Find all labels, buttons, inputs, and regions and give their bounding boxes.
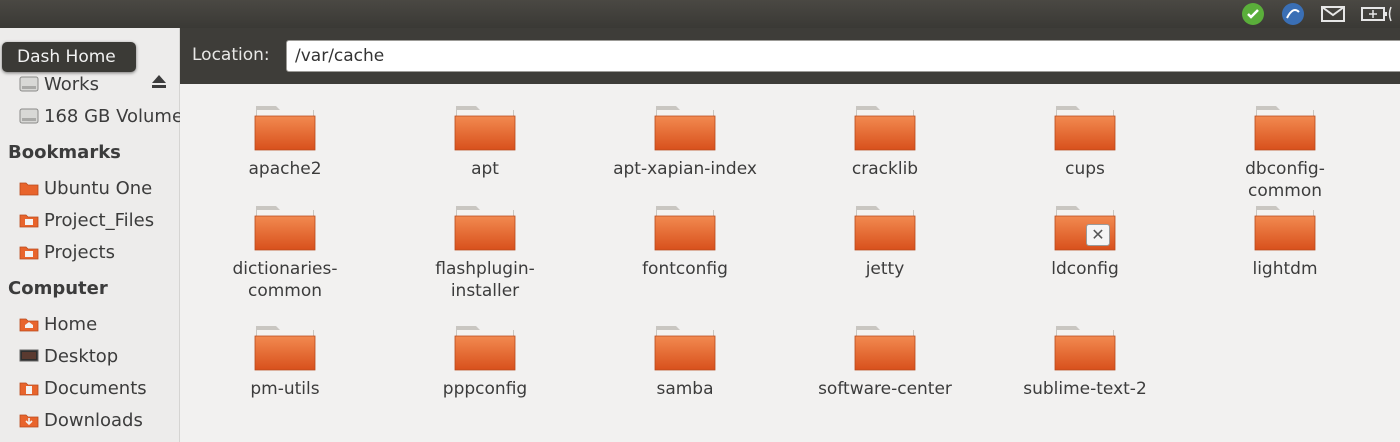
folder-item[interactable]: dictionaries-common [185, 202, 385, 302]
documents-icon [18, 378, 40, 398]
folder-item[interactable]: ✕ ldconfig [985, 202, 1185, 280]
folder-icon [454, 202, 516, 252]
sidebar-item-168gb-volume[interactable]: 168 GB Volume [18, 103, 183, 129]
drive-icon [18, 74, 40, 94]
folder-icon: ✕ [1054, 202, 1116, 252]
sidebar-item-label: Works [44, 73, 99, 95]
sidebar-item-projects[interactable]: Projects [18, 239, 115, 265]
mail-icon[interactable] [1320, 1, 1346, 27]
folder-label: cups [1065, 159, 1105, 179]
top-panel [0, 0, 1400, 28]
computer-heading: Computer [8, 278, 108, 299]
sidebar-item-documents[interactable]: Documents [18, 375, 147, 401]
network-icon[interactable] [1280, 1, 1306, 27]
desktop-icon [18, 346, 40, 366]
folder-icon [854, 102, 916, 152]
folder-item[interactable]: pppconfig [385, 322, 585, 400]
folder-item[interactable]: fontconfig [585, 202, 785, 280]
dash-home-tooltip: Dash Home [2, 42, 136, 72]
folder-label: apache2 [248, 159, 322, 179]
folder-icon [1054, 322, 1116, 372]
folder-item[interactable]: pm-utils [185, 322, 385, 400]
folder-label: jetty [865, 259, 905, 279]
sidebar-item-label: Projects [44, 241, 115, 263]
drive-icon [18, 106, 40, 126]
location-input[interactable]: /var/cache [286, 40, 1400, 72]
file-icon-view: apache2 apt apt-xapian-index cracklib cups db… [180, 84, 1400, 442]
folder-label: cracklib [851, 159, 919, 179]
sidebar-item-label: Desktop [44, 345, 119, 367]
folder-icon [454, 102, 516, 152]
folder-icon [18, 178, 40, 198]
folder-icon [854, 322, 916, 372]
folder-label: apt [471, 159, 499, 179]
folder-label: software-center [818, 379, 952, 399]
folder-label: pppconfig [442, 379, 528, 399]
folder-icon [654, 322, 716, 372]
folder-icon [18, 210, 40, 230]
folder-item[interactable]: jetty [785, 202, 985, 280]
eject-icon[interactable] [150, 72, 168, 92]
folder-label: ldconfig [1051, 259, 1119, 279]
battery-icon[interactable] [1360, 1, 1396, 27]
folder-label: sublime-text-2 [1023, 379, 1147, 399]
folder-label: fontconfig [642, 259, 728, 279]
folder-item[interactable]: sublime-text-2 [985, 322, 1185, 400]
sidebar-item-label: Documents [44, 377, 147, 399]
folder-label: flashplugin-installer [435, 259, 535, 301]
folder-item[interactable]: dbconfig-common [1185, 102, 1385, 202]
sidebar-item-desktop[interactable]: Desktop [18, 343, 118, 369]
folder-icon [254, 102, 316, 152]
bookmarks-heading: Bookmarks [8, 142, 121, 163]
sidebar-item-ubuntu-one[interactable]: Ubuntu One [18, 175, 152, 201]
folder-icon [1254, 102, 1316, 152]
downloads-icon [18, 410, 40, 430]
folder-icon [18, 242, 40, 262]
sidebar-item-label: Downloads [44, 409, 143, 431]
folder-icon [1054, 102, 1116, 152]
folder-item[interactable]: samba [585, 322, 785, 400]
sidebar-item-works[interactable]: Works [18, 71, 99, 97]
system-tray [1240, 0, 1400, 28]
folder-icon [1254, 202, 1316, 252]
sidebar-item-label: Ubuntu One [44, 177, 153, 199]
folder-label: dbconfig-common [1245, 159, 1325, 201]
folder-icon [654, 102, 716, 152]
folder-item[interactable]: cups [985, 102, 1185, 180]
sidebar-item-label: Home [44, 313, 98, 335]
folder-label: apt-xapian-index [613, 159, 757, 179]
folder-item[interactable]: lightdm [1185, 202, 1385, 280]
sidebar-item-downloads[interactable]: Downloads [18, 407, 143, 433]
folder-icon [254, 322, 316, 372]
sidebar-item-label: 168 GB Volume [44, 105, 184, 127]
folder-label: dictionaries-common [232, 259, 338, 301]
no-access-icon: ✕ [1086, 224, 1110, 246]
home-folder-icon [18, 314, 40, 334]
sidebar-item-home[interactable]: Home [18, 311, 97, 337]
folder-label: pm-utils [250, 379, 320, 399]
folder-icon [654, 202, 716, 252]
folder-icon [854, 202, 916, 252]
folder-item[interactable]: apt [385, 102, 585, 180]
folder-icon [454, 322, 516, 372]
folder-label: lightdm [1252, 259, 1318, 279]
folder-label: samba [656, 379, 714, 399]
folder-item[interactable]: cracklib [785, 102, 985, 180]
folder-item[interactable]: apache2 [185, 102, 385, 180]
sync-ok-icon[interactable] [1240, 1, 1266, 27]
folder-item[interactable]: apt-xapian-index [585, 102, 785, 180]
folder-item[interactable]: software-center [785, 322, 985, 400]
folder-icon [254, 202, 316, 252]
folder-item[interactable]: flashplugin-installer [385, 202, 585, 302]
sidebar-item-project-files[interactable]: Project_Files [18, 207, 154, 233]
location-label: Location: [192, 45, 270, 65]
sidebar-item-label: Project_Files [44, 209, 155, 231]
